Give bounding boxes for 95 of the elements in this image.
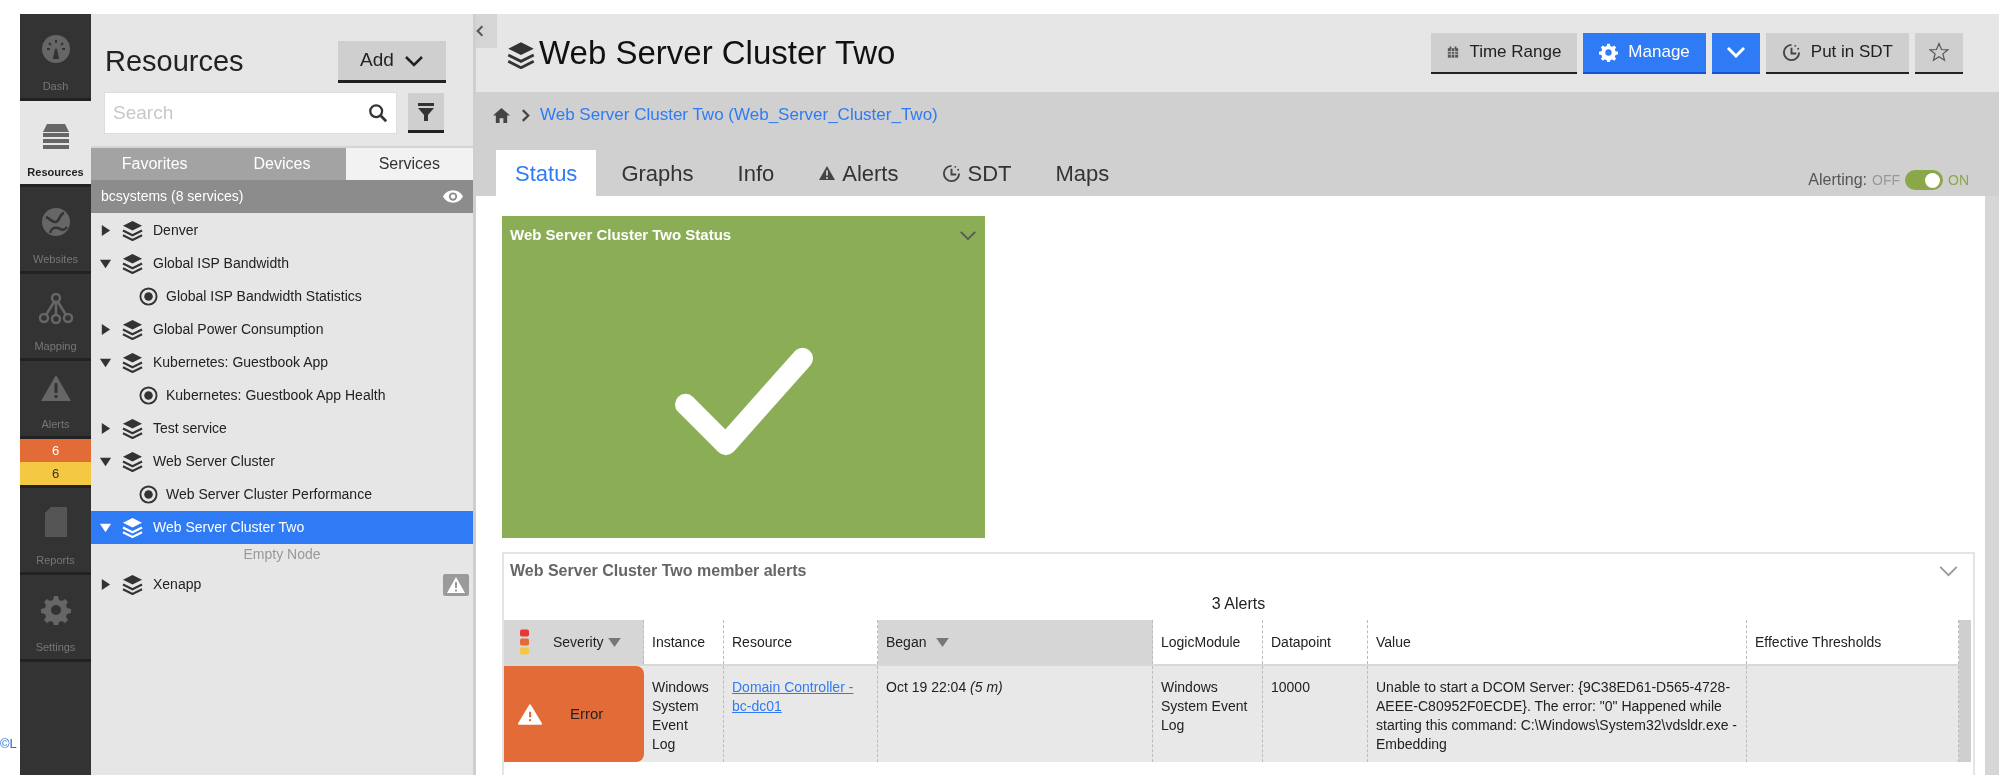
- tree-item[interactable]: Global Power Consumption: [91, 313, 473, 346]
- radio-target-icon: [139, 287, 158, 306]
- copyright-text: ©L: [0, 734, 17, 753]
- tree-item[interactable]: Kubernetes: Guestbook App: [91, 346, 473, 379]
- chevron-left-icon: [476, 24, 484, 38]
- warning-icon: [818, 165, 837, 181]
- chevron-down-icon: [403, 54, 424, 67]
- tree-item[interactable]: Denver: [91, 214, 473, 247]
- home-icon[interactable]: [492, 106, 511, 124]
- globe-icon: [40, 206, 71, 237]
- stoplight-icon: [520, 629, 529, 655]
- filter-icon: [418, 102, 434, 121]
- tree-item[interactable]: Kubernetes: Guestbook App Health: [91, 379, 473, 412]
- sort-caret-icon: [607, 637, 621, 647]
- sort-caret-icon: [936, 637, 950, 647]
- server-stack-icon: [40, 121, 71, 150]
- layers-icon: [507, 41, 535, 69]
- group-label: bcsystems (8 services): [101, 187, 244, 206]
- tab[interactable]: Maps: [1036, 150, 1129, 196]
- tree-item[interactable]: Xenapp: [91, 568, 473, 601]
- filter-button[interactable]: [408, 93, 444, 133]
- tab[interactable]: Alerts: [799, 150, 918, 196]
- layers-icon: [122, 451, 143, 472]
- alerting-label: Alerting:: [1808, 170, 1867, 190]
- sdt-button[interactable]: Put in SDT: [1765, 32, 1909, 74]
- chevron-down-icon[interactable]: [1938, 565, 1959, 577]
- warning-icon: [518, 703, 542, 725]
- caret-right-icon[interactable]: [99, 323, 112, 336]
- tree-item[interactable]: Global ISP Bandwidth: [91, 247, 473, 280]
- star-icon: [1929, 42, 1949, 62]
- empty-node-text: Empty Node: [242, 545, 322, 564]
- alerting-toggle[interactable]: [1905, 170, 1943, 190]
- caret-down-icon[interactable]: [99, 455, 112, 468]
- layers-icon: [122, 253, 143, 274]
- table-cell: Windows System Event Log: [644, 666, 724, 762]
- layers-icon: [122, 352, 143, 373]
- status-title: Web Server Cluster Two Status: [510, 225, 732, 245]
- tree-item[interactable]: Web Server Cluster: [91, 445, 473, 478]
- scrollbar[interactable]: [1985, 196, 1999, 775]
- manage-button[interactable]: Manage: [1583, 32, 1706, 74]
- tab[interactable]: SDT: [923, 150, 1031, 196]
- collapse-button[interactable]: [476, 14, 497, 48]
- settings-icon: [1599, 42, 1619, 62]
- network-nodes-icon: [38, 291, 73, 324]
- severity-cell: Error: [504, 666, 644, 762]
- tree-item[interactable]: Test service: [91, 412, 473, 445]
- layers-icon: [122, 220, 143, 241]
- add-button[interactable]: Add: [338, 41, 446, 83]
- radio-target-icon: [139, 485, 158, 504]
- tree-item[interactable]: Web Server Cluster Performance: [91, 478, 473, 511]
- table-cell: Oct 19 22:04 (5 m): [878, 666, 1153, 762]
- gauge-icon: [40, 33, 71, 64]
- clock-icon: [1781, 42, 1801, 62]
- column-header[interactable]: Severity: [504, 620, 644, 664]
- table-cell: Windows System Event Log: [1153, 666, 1263, 762]
- eye-icon: [442, 189, 464, 204]
- chevron-down-icon: [1725, 46, 1746, 58]
- caret-right-icon[interactable]: [99, 578, 112, 591]
- chevron-down-icon[interactable]: [959, 229, 977, 241]
- scrollbar[interactable]: [1959, 620, 1971, 762]
- caret-right-icon[interactable]: [99, 224, 112, 237]
- tab[interactable]: Status: [496, 150, 597, 196]
- document-icon: [43, 505, 68, 538]
- tree-item[interactable]: Global ISP Bandwidth Statistics: [91, 280, 473, 313]
- time-range-button[interactable]: Time Range: [1431, 32, 1578, 74]
- chevron-right-icon: [521, 107, 530, 123]
- favorite-button[interactable]: [1915, 32, 1963, 74]
- dropdown-button[interactable]: [1711, 32, 1760, 74]
- tab[interactable]: Graphs: [602, 150, 713, 196]
- table-cell: 10000: [1263, 666, 1368, 762]
- on-label: ON: [1948, 170, 1969, 190]
- tree-item[interactable]: Web Server Cluster Two: [91, 511, 473, 544]
- radio-target-icon: [139, 386, 158, 405]
- alerts-panel-title: Web Server Cluster Two member alerts: [510, 561, 807, 581]
- calendar-icon: [1447, 45, 1460, 59]
- layers-icon: [122, 319, 143, 340]
- alert-count-badge[interactable]: 6: [20, 462, 91, 485]
- column-header[interactable]: Began: [878, 620, 1153, 664]
- layers-icon: [122, 517, 143, 538]
- clock-icon: [942, 163, 962, 183]
- layers-icon: [122, 574, 143, 595]
- page-title: Web Server Cluster Two: [539, 33, 897, 74]
- tab[interactable]: Info: [718, 150, 794, 196]
- alerts-count: 3 Alerts: [1210, 594, 1267, 614]
- nav-item[interactable]: Resources: [20, 101, 91, 187]
- caret-down-icon[interactable]: [99, 257, 112, 270]
- warning-icon: [39, 373, 72, 402]
- search-icon: [368, 103, 388, 123]
- table-cell: Unable to start a DCOM Server: {9C38ED61-D565-4728-AEEE-C80952F0ECDE}. The error: "0" Happened while starting this command: C:\Windows\System32\vdsldr.exe -Embedding: [1368, 666, 1747, 762]
- gear-icon: [40, 594, 71, 625]
- sidebar-tab[interactable]: Services: [345, 148, 473, 180]
- panel-title: Resources: [105, 44, 244, 80]
- layers-icon: [122, 418, 143, 439]
- caret-down-icon[interactable]: [99, 356, 112, 369]
- caret-right-icon[interactable]: [99, 422, 112, 435]
